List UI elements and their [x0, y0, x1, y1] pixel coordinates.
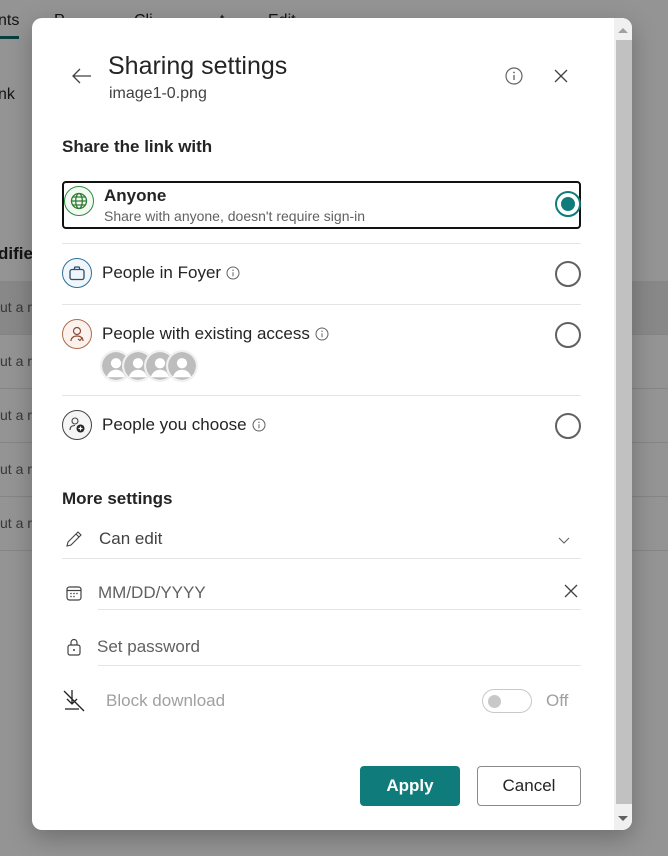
avatar-group — [100, 350, 329, 382]
pencil-icon — [62, 529, 86, 549]
radio-people-in-org[interactable] — [555, 261, 581, 287]
arrow-left-icon — [72, 68, 91, 84]
file-name: image1-0.png — [109, 85, 207, 102]
more-settings-label: More settings — [62, 489, 173, 508]
option-people-in-org[interactable]: People in Foyer — [62, 258, 581, 292]
dialog-header: Sharing settings image1-0.png — [32, 18, 612, 128]
password-input[interactable]: Set password — [97, 637, 200, 657]
radio-people-you-choose[interactable] — [555, 413, 581, 439]
share-section-label: Share the link with — [62, 137, 213, 156]
option-label: Anyone — [104, 186, 167, 205]
back-button[interactable] — [68, 62, 96, 90]
divider — [98, 609, 581, 610]
clear-date-button[interactable] — [563, 583, 579, 604]
sharing-settings-dialog: Sharing settings image1-0.png Share the … — [32, 18, 632, 830]
option-description: Share with anyone, doesn't require sign-… — [104, 208, 366, 224]
toggle-state-label: Off — [546, 691, 569, 710]
divider — [98, 665, 581, 666]
person-sync-icon — [62, 319, 92, 349]
option-anyone[interactable]: Anyone Share with anyone, doesn't requir… — [62, 181, 581, 229]
dialog-title: Sharing settings — [108, 52, 288, 80]
chevron-down-icon — [557, 532, 571, 550]
scroll-up-button[interactable] — [614, 20, 632, 40]
info-button[interactable] — [502, 64, 526, 88]
block-download-toggle[interactable] — [482, 689, 532, 713]
info-icon[interactable] — [252, 418, 266, 432]
option-label: People with existing access — [102, 324, 310, 343]
scrollbar[interactable] — [614, 18, 632, 830]
briefcase-icon — [62, 258, 92, 288]
radio-existing-access[interactable] — [555, 322, 581, 348]
apply-button[interactable]: Apply — [360, 766, 460, 806]
permission-value: Can edit — [99, 529, 163, 548]
close-icon — [554, 69, 568, 83]
scroll-thumb[interactable] — [616, 40, 632, 804]
permission-dropdown[interactable]: Can edit — [62, 526, 581, 552]
info-icon — [505, 67, 523, 85]
expiration-row: MM/DD/YYYY — [62, 580, 581, 606]
scroll-down-button[interactable] — [614, 808, 632, 828]
radio-anyone[interactable] — [555, 191, 581, 217]
divider — [62, 558, 581, 559]
people-add-icon — [62, 410, 92, 440]
divider — [62, 243, 581, 244]
option-label: People in Foyer — [102, 263, 222, 282]
info-icon[interactable] — [226, 266, 240, 280]
calendar-icon — [62, 584, 86, 602]
divider — [62, 395, 581, 396]
option-existing-access[interactable]: People with existing access — [62, 319, 581, 387]
info-icon[interactable] — [315, 327, 329, 341]
block-download-label: Block download — [106, 691, 226, 710]
expiration-date-input[interactable]: MM/DD/YYYY — [98, 583, 206, 603]
download-blocked-icon — [62, 688, 86, 714]
option-label: People you choose — [102, 415, 247, 434]
lock-icon — [62, 637, 86, 657]
divider — [62, 304, 581, 305]
password-row: Set password — [62, 634, 581, 660]
cancel-button[interactable]: Cancel — [477, 766, 581, 806]
close-icon — [564, 584, 578, 598]
globe-icon — [64, 186, 94, 216]
option-people-you-choose[interactable]: People you choose — [62, 410, 581, 444]
close-button[interactable] — [549, 64, 573, 88]
avatar — [166, 350, 198, 382]
